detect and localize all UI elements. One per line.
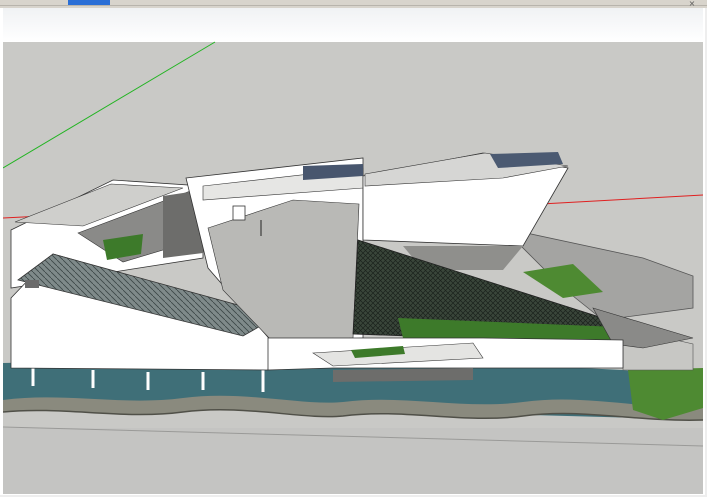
- close-icon[interactable]: ×: [687, 0, 697, 8]
- model-canvas[interactable]: [3, 8, 703, 494]
- road-plane: [3, 428, 703, 494]
- tab-divider: [0, 5, 707, 6]
- podium-shadow: [333, 368, 473, 382]
- sketchup-viewport[interactable]: [3, 8, 703, 494]
- skylight-vent: [25, 280, 39, 288]
- sky-band: [3, 8, 703, 42]
- courtyard-opening: [232, 205, 246, 221]
